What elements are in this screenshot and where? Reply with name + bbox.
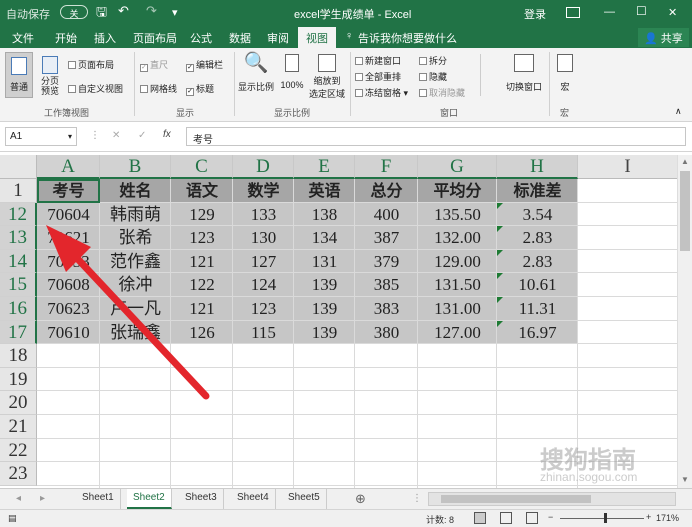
red-arrow-overlay	[46, 225, 210, 400]
annotation-arrow-icon	[46, 225, 210, 400]
